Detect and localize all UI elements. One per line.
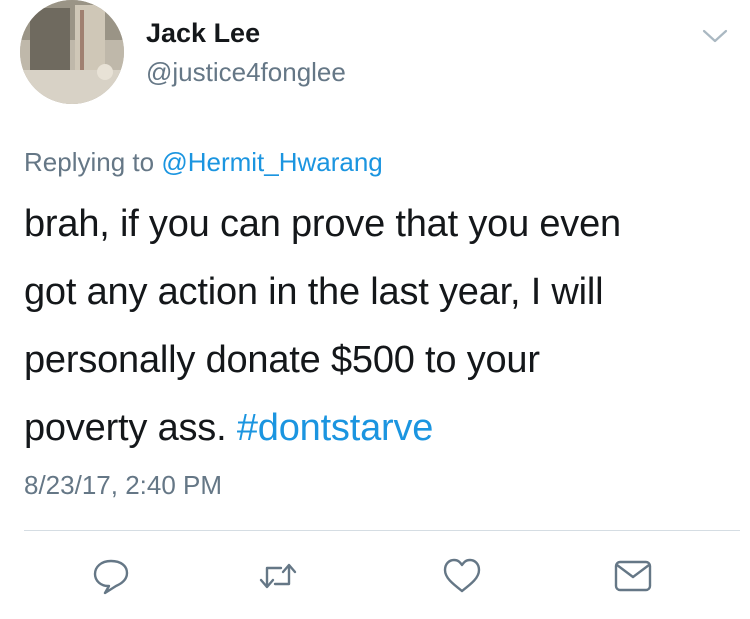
display-name[interactable]: Jack Lee [146,18,260,49]
direct-message-button[interactable] [612,556,654,596]
tweet-text-line: personally donate $500 to your [24,339,540,381]
retweet-button[interactable] [257,556,299,596]
tweet-text-fragment: poverty ass. [24,407,237,449]
retweet-icon [259,563,297,589]
timestamp[interactable]: 8/23/17, 2:40 PM [24,470,222,501]
tweet-text-line: brah, if you can prove that you even [24,203,621,245]
envelope-icon [614,560,652,592]
replying-to-label: Replying to [24,147,162,177]
chevron-down-icon[interactable] [701,26,729,46]
avatar-photo-icon [20,0,124,104]
tweet-card: Jack Lee @justice4fonglee Replying to @H… [0,0,750,619]
avatar[interactable] [20,0,124,104]
hashtag-link[interactable]: #dontstarve [237,407,434,449]
reply-icon [93,559,129,595]
divider [24,530,740,531]
tweet-text-line: got any action in the last year, I will [24,271,604,313]
user-handle[interactable]: @justice4fonglee [146,57,346,88]
tweet-text-line: poverty ass. #dontstarve [24,394,724,462]
replying-to: Replying to @Hermit_Hwarang [24,147,383,178]
tweet-text: brah, if you can prove that you even got… [24,190,724,462]
reply-button[interactable] [90,556,132,596]
like-button[interactable] [441,556,483,596]
heart-icon [443,558,481,593]
reply-mention-link[interactable]: @Hermit_Hwarang [161,147,382,177]
